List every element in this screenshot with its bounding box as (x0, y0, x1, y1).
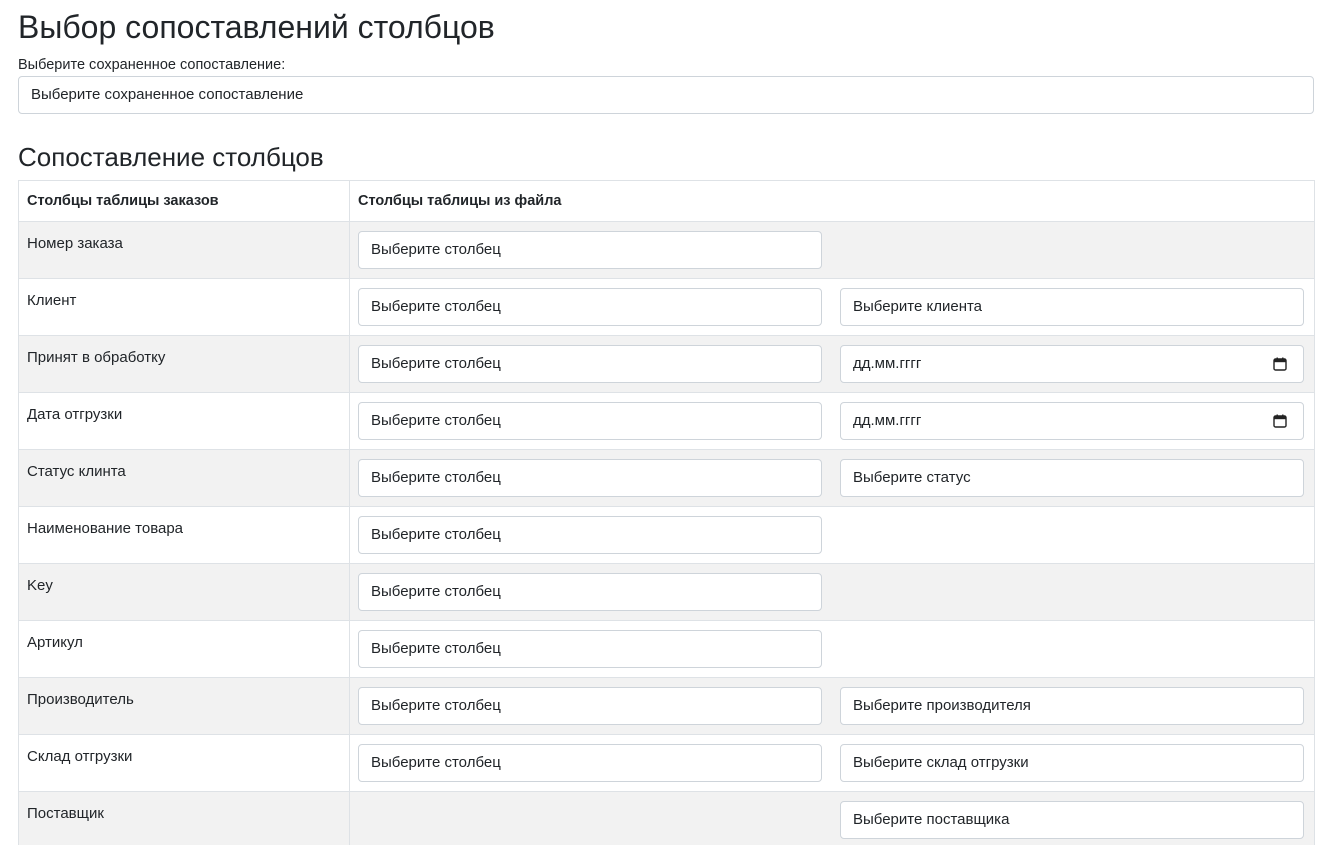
accepted-date-input[interactable]: дд.мм.гггг (840, 345, 1304, 383)
table-row: Принят в обработку Выберите столбец дд.м… (18, 335, 1315, 393)
table-row: Дата отгрузки Выберите столбец дд.мм.ггг… (18, 392, 1315, 450)
page-title: Выбор сопоставлений столбцов (18, 9, 495, 45)
field-name: Дата отгрузки (18, 392, 350, 450)
column-select[interactable]: Выберите столбец (358, 345, 822, 383)
table-row: Номер заказа Выберите столбец (18, 221, 1315, 279)
status-select[interactable]: Выберите статус (840, 459, 1304, 497)
mapping-cell: Выберите столбец (349, 620, 1315, 678)
field-name: Key (18, 563, 350, 621)
mapping-cell: Выберите столбец дд.мм.гггг (349, 335, 1315, 393)
column-select[interactable]: Выберите столбец (358, 630, 822, 668)
mapping-cell: Выберите столбец Выберите склад отгрузки (349, 734, 1315, 792)
mapping-cell: Выберите столбец (349, 506, 1315, 564)
field-name: Номер заказа (18, 221, 350, 279)
table-row: Артикул Выберите столбец (18, 620, 1315, 678)
field-name: Наименование товара (18, 506, 350, 564)
shipment-date-input[interactable]: дд.мм.гггг (840, 402, 1304, 440)
table-header-row: Столбцы таблицы заказов Столбцы таблицы … (18, 180, 1315, 222)
column-select[interactable]: Выберите столбец (358, 231, 822, 269)
field-name: Артикул (18, 620, 350, 678)
column-select[interactable]: Выберите столбец (358, 402, 822, 440)
field-name: Поставщик (18, 791, 350, 845)
column-select[interactable]: Выберите столбец (358, 573, 822, 611)
mapping-cell: Выберите поставщика (349, 791, 1315, 845)
table-row: Key Выберите столбец (18, 563, 1315, 621)
field-name: Производитель (18, 677, 350, 735)
mapping-cell: Выберите столбец Выберите статус (349, 449, 1315, 507)
column-select[interactable]: Выберите столбец (358, 288, 822, 326)
table-row: Поставщик Выберите поставщика (18, 791, 1315, 845)
field-name: Статус клинта (18, 449, 350, 507)
client-select[interactable]: Выберите клиента (840, 288, 1304, 326)
mapping-cell: Выберите столбец (349, 221, 1315, 279)
table-row: Склад отгрузки Выберите столбец Выберите… (18, 734, 1315, 792)
manufacturer-select[interactable]: Выберите производителя (840, 687, 1304, 725)
date-placeholder: дд.мм.гггг (853, 412, 922, 429)
field-name: Принят в обработку (18, 335, 350, 393)
header-file-columns: Столбцы таблицы из файла (349, 180, 1315, 222)
field-name: Клиент (18, 278, 350, 336)
table-row: Наименование товара Выберите столбец (18, 506, 1315, 564)
page: Выбор сопоставлений столбцов Выберите со… (0, 0, 1320, 845)
supplier-select[interactable]: Выберите поставщика (840, 801, 1304, 839)
column-select[interactable]: Выберите столбец (358, 516, 822, 554)
mapping-cell: Выберите столбец дд.мм.гггг (349, 392, 1315, 450)
column-select[interactable]: Выберите столбец (358, 459, 822, 497)
mapping-cell: Выберите столбец (349, 563, 1315, 621)
date-placeholder: дд.мм.гггг (853, 355, 922, 372)
calendar-icon[interactable] (1273, 414, 1287, 428)
warehouse-select[interactable]: Выберите склад отгрузки (840, 744, 1304, 782)
calendar-icon[interactable] (1273, 357, 1287, 371)
saved-mapping-select[interactable]: Выберите сохраненное сопоставление (18, 76, 1314, 114)
mapping-cell: Выберите столбец Выберите производителя (349, 677, 1315, 735)
table-row: Производитель Выберите столбец Выберите … (18, 677, 1315, 735)
table-row: Статус клинта Выберите столбец Выберите … (18, 449, 1315, 507)
column-mapping-table: Столбцы таблицы заказов Столбцы таблицы … (18, 180, 1315, 845)
column-select[interactable]: Выберите столбец (358, 744, 822, 782)
saved-mapping-label: Выберите сохраненное сопоставление: (18, 57, 286, 73)
header-orders-columns: Столбцы таблицы заказов (18, 180, 350, 222)
mapping-cell: Выберите столбец Выберите клиента (349, 278, 1315, 336)
section-title: Сопоставление столбцов (18, 142, 324, 172)
column-select[interactable]: Выберите столбец (358, 687, 822, 725)
field-name: Склад отгрузки (18, 734, 350, 792)
table-row: Клиент Выберите столбец Выберите клиента (18, 278, 1315, 336)
